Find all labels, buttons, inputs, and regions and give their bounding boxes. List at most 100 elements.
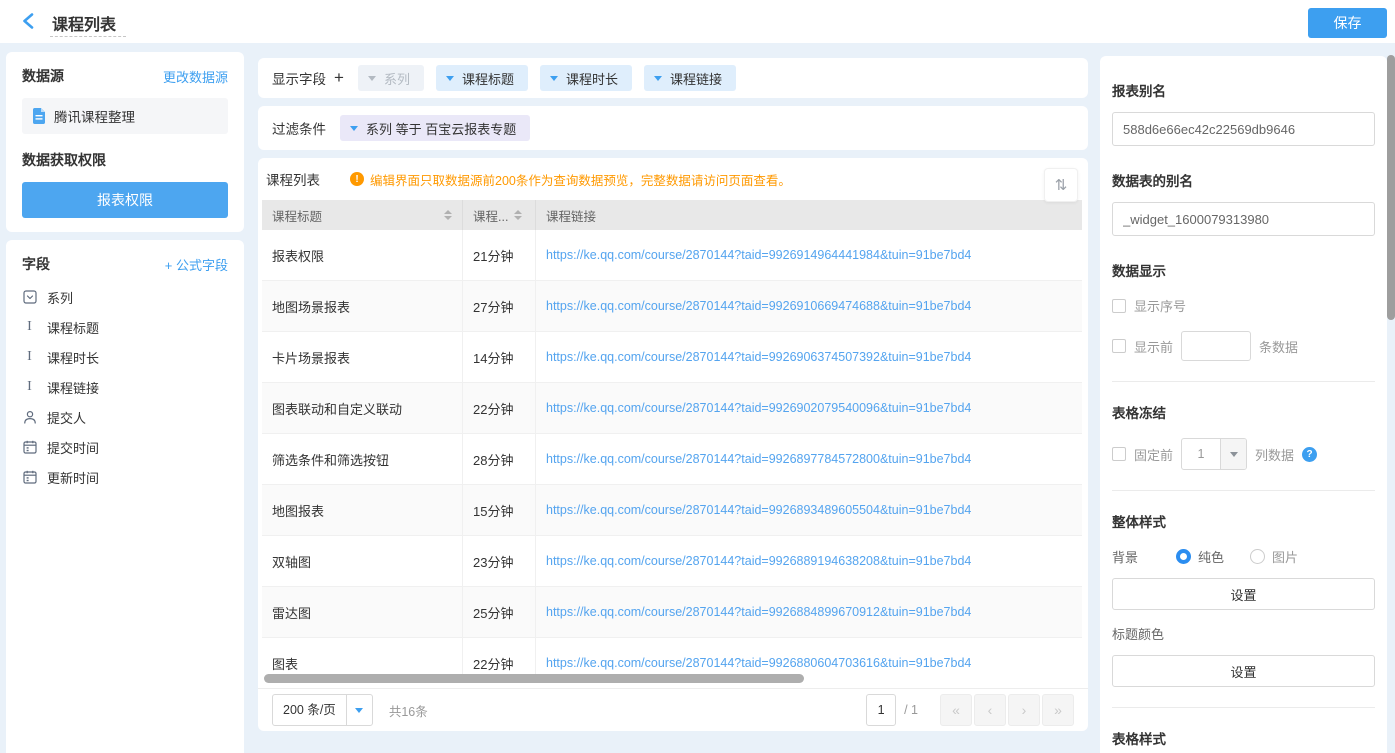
chevron-down-icon <box>368 76 376 81</box>
help-icon[interactable]: ? <box>1302 447 1317 462</box>
plus-icon: + <box>165 258 173 273</box>
field-item-course-duration[interactable]: I 课程时长 <box>22 342 228 372</box>
field-label: 课程标题 <box>47 318 99 337</box>
bg-solid-radio-option[interactable]: 纯色 <box>1176 547 1224 566</box>
datasource-item[interactable]: 腾讯课程整理 <box>22 98 228 134</box>
cell-course-duration: 25分钟 <box>463 587 536 637</box>
back-icon[interactable] <box>20 12 38 30</box>
table-alias-input[interactable] <box>1112 202 1375 236</box>
table-row: 卡片场景报表 14分钟 https://ke.qq.com/course/287… <box>262 332 1082 383</box>
chevron-down-icon <box>346 695 372 725</box>
column-header-course-title[interactable]: 课程标题 <box>262 200 463 230</box>
next-page-button[interactable]: › <box>1008 694 1040 726</box>
calendar-icon <box>22 440 37 454</box>
cell-course-title: 图表联动和自定义联动 <box>262 383 463 433</box>
course-link[interactable]: https://ke.qq.com/course/2870144?taid=99… <box>546 605 971 619</box>
add-display-field-button[interactable]: + <box>334 68 344 88</box>
page-number-input[interactable] <box>866 694 896 726</box>
display-chip-course-duration[interactable]: 课程时长 <box>540 65 632 91</box>
chevron-down-icon <box>446 76 454 81</box>
freeze-count-select[interactable]: 1 <box>1181 438 1247 470</box>
display-chip-course-link[interactable]: 课程链接 <box>644 65 736 91</box>
table-header: 课程标题 课程... 课程链接 <box>262 200 1082 230</box>
table-body: 报表权限 21分钟 https://ke.qq.com/course/28701… <box>262 230 1082 676</box>
display-fields-label: 显示字段 <box>272 68 326 88</box>
field-label: 课程链接 <box>47 378 99 397</box>
cell-course-duration: 28分钟 <box>463 434 536 484</box>
report-alias-input[interactable] <box>1112 112 1375 146</box>
report-permission-button[interactable]: 报表权限 <box>22 182 228 218</box>
divider <box>1112 490 1375 491</box>
column-header-course-link: 课程链接 <box>536 200 1082 230</box>
course-link[interactable]: https://ke.qq.com/course/2870144?taid=99… <box>546 452 971 466</box>
cell-course-title: 图表 <box>262 638 463 676</box>
filter-bar: 过滤条件 系列 等于 百宝云报表专题 <box>258 106 1088 150</box>
show-first-checkbox[interactable] <box>1112 339 1126 353</box>
cell-course-duration: 22分钟 <box>463 638 536 676</box>
warning-icon: ! <box>350 172 364 186</box>
warning-message: ! 编辑界面只取数据源前200条作为查询数据预览，完整数据请访问页面查看。 <box>350 170 791 189</box>
table-row: 图表 22分钟 https://ke.qq.com/course/2870144… <box>262 638 1082 676</box>
display-field-chips: 系列 课程标题 课程时长 课程链接 <box>358 65 736 91</box>
field-item-course-link[interactable]: I 课程链接 <box>22 372 228 402</box>
show-index-label: 显示序号 <box>1134 296 1186 315</box>
sort-arrows-icon[interactable] <box>444 210 452 220</box>
sort-order-button[interactable]: ⇅ <box>1044 168 1078 202</box>
course-link[interactable]: https://ke.qq.com/course/2870144?taid=99… <box>546 656 971 670</box>
prev-page-button[interactable]: ‹ <box>974 694 1006 726</box>
cell-course-title: 地图场景报表 <box>262 281 463 331</box>
table-alias-label: 数据表的别名 <box>1112 170 1375 190</box>
freeze-prefix-label: 固定前 <box>1134 445 1173 464</box>
course-link[interactable]: https://ke.qq.com/course/2870144?taid=99… <box>546 503 971 517</box>
report-alias-label: 报表别名 <box>1112 80 1375 100</box>
change-datasource-link[interactable]: 更改数据源 <box>163 67 228 86</box>
freeze-checkbox[interactable] <box>1112 447 1126 461</box>
field-label: 提交人 <box>47 408 86 427</box>
fields-panel: 字段 + 公式字段 系列 I 课程标题 I 课程时长 I 课程链接 <box>6 240 244 753</box>
show-first-count-input[interactable] <box>1181 331 1251 361</box>
table-row: 报表权限 21分钟 https://ke.qq.com/course/28701… <box>262 230 1082 281</box>
radio-icon[interactable] <box>1250 549 1265 564</box>
vertical-scrollbar-thumb[interactable] <box>1387 55 1395 320</box>
filter-chip[interactable]: 系列 等于 百宝云报表专题 <box>340 115 530 141</box>
column-header-course-duration[interactable]: 课程... <box>463 200 536 230</box>
course-link[interactable]: https://ke.qq.com/course/2870144?taid=99… <box>546 554 971 568</box>
last-page-button[interactable]: » <box>1042 694 1074 726</box>
bg-image-radio-option[interactable]: 图片 <box>1250 547 1298 566</box>
field-item-series[interactable]: 系列 <box>22 282 228 312</box>
cell-course-title: 双轴图 <box>262 536 463 586</box>
background-set-button[interactable]: 设置 <box>1112 578 1375 610</box>
vertical-scrollbar[interactable] <box>1387 43 1395 753</box>
save-button[interactable]: 保存 <box>1308 8 1387 38</box>
display-chip-course-title[interactable]: 课程标题 <box>436 65 528 91</box>
page-size-select[interactable]: 200 条/页 <box>272 694 373 726</box>
show-index-checkbox[interactable] <box>1112 299 1126 313</box>
sort-arrows-icon[interactable] <box>514 210 522 220</box>
first-page-button[interactable]: « <box>940 694 972 726</box>
table-row: 雷达图 25分钟 https://ke.qq.com/course/287014… <box>262 587 1082 638</box>
title-color-set-button[interactable]: 设置 <box>1112 655 1375 687</box>
course-link[interactable]: https://ke.qq.com/course/2870144?taid=99… <box>546 299 971 313</box>
horizontal-scrollbar-thumb[interactable] <box>264 674 804 683</box>
radio-checked-icon[interactable] <box>1176 549 1191 564</box>
document-icon <box>32 108 46 124</box>
field-label: 更新时间 <box>47 468 99 487</box>
field-item-course-title[interactable]: I 课程标题 <box>22 312 228 342</box>
select-field-icon <box>22 290 37 304</box>
display-fields-bar: 显示字段 + 系列 课程标题 课程时长 课程链接 <box>258 58 1088 98</box>
display-chip-series[interactable]: 系列 <box>358 65 424 91</box>
add-formula-field-link[interactable]: + 公式字段 <box>165 255 228 274</box>
course-link[interactable]: https://ke.qq.com/course/2870144?taid=99… <box>546 350 971 364</box>
field-item-update-time[interactable]: 更新时间 <box>22 462 228 492</box>
field-item-submitter[interactable]: 提交人 <box>22 402 228 432</box>
cell-course-title: 卡片场景报表 <box>262 332 463 382</box>
table-row: 双轴图 23分钟 https://ke.qq.com/course/287014… <box>262 536 1082 587</box>
course-link[interactable]: https://ke.qq.com/course/2870144?taid=99… <box>546 401 971 415</box>
course-link[interactable]: https://ke.qq.com/course/2870144?taid=99… <box>546 248 971 262</box>
horizontal-scrollbar[interactable] <box>264 674 1082 684</box>
course-table-panel: 课程列表 ! 编辑界面只取数据源前200条作为查询数据预览，完整数据请访问页面查… <box>258 158 1088 731</box>
divider <box>1112 707 1375 708</box>
field-item-submit-time[interactable]: 提交时间 <box>22 432 228 462</box>
course-table: 课程标题 课程... 课程链接 报表权限 21分钟 https://ke.qq.… <box>262 200 1082 676</box>
fields-title: 字段 <box>22 254 50 274</box>
